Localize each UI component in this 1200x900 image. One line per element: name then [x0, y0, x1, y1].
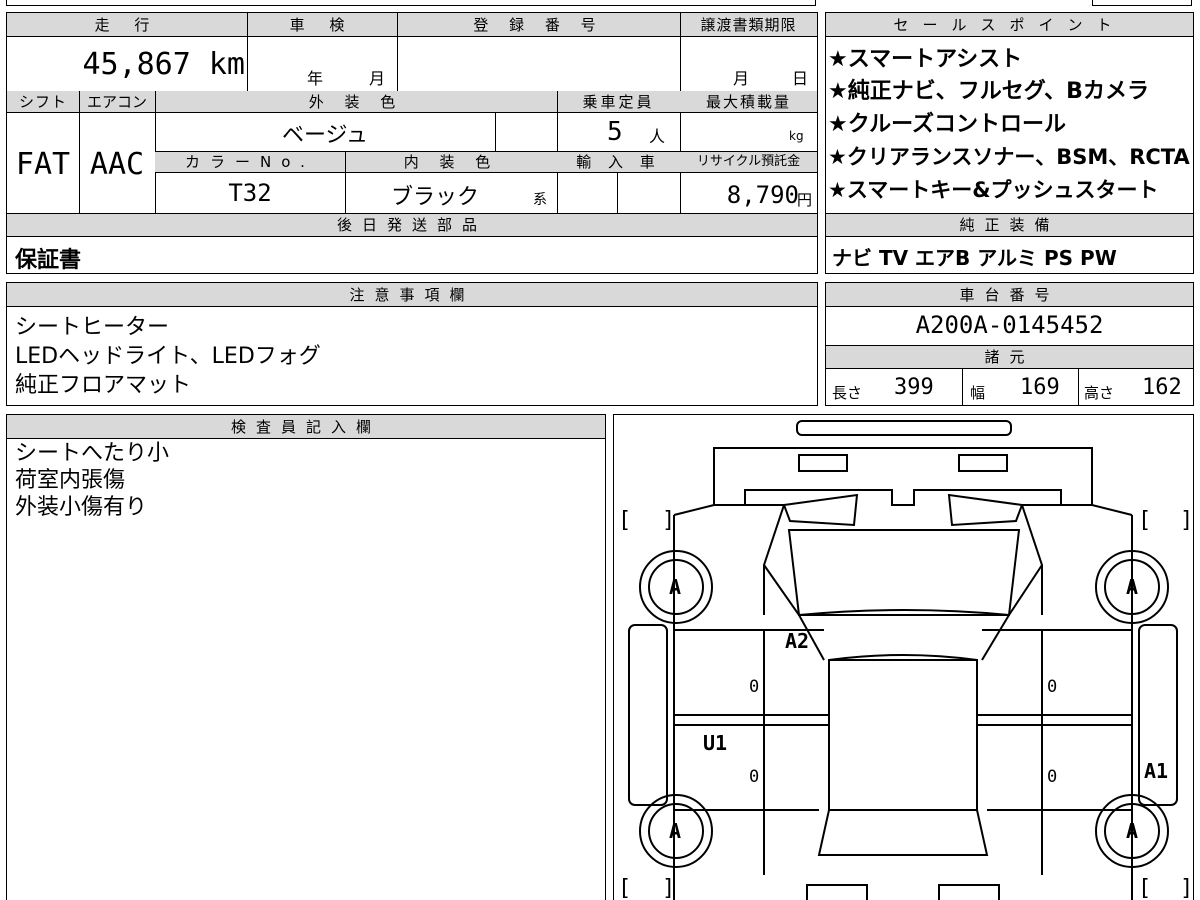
notes-line: 純正フロアマット [15, 373, 192, 398]
inspector-box: 検査員記入欄 シートへたり小 荷室内張傷 外装小傷有り [6, 414, 606, 900]
mileage-value: 45,867 km [82, 47, 245, 82]
interior-color-value: ブラック [390, 185, 479, 210]
height-label: 高さ [1084, 384, 1115, 402]
later-parts-header: 後日発送部品 [336, 216, 487, 234]
genuine-equipment-header: 純正装備 [959, 216, 1060, 234]
damage-mark: U1 [703, 731, 728, 755]
inspector-line: 荷室内張傷 [15, 468, 126, 493]
registration-label: 登 録 番 号 [473, 16, 604, 34]
sales-point-item: ★スマートキー&プッシュスタート [828, 178, 1159, 202]
vehicle-diagram-box: [] [] [] [] A A A A A2 U1 A1 0 0 0 0 [613, 414, 1194, 900]
top-strip-right [1092, 0, 1192, 6]
inspector-header: 検査員記入欄 [230, 418, 381, 436]
zero-mark: 0 [1047, 677, 1058, 697]
chassis-specs-box: 車台番号 A200A-0145452 諸元 長さ 399 幅 169 高さ 16… [825, 282, 1194, 406]
damage-mark: A2 [785, 629, 810, 653]
svg-text:[: [ [1138, 508, 1151, 533]
height-value: 162 [1142, 375, 1182, 400]
sales-point-item: ★純正ナビ、フルセグ、Bカメラ [828, 79, 1149, 104]
sales-point-item: ★クルーズコントロール [828, 112, 1066, 137]
mileage-label: 走 行 [94, 16, 160, 34]
top-strip [6, 0, 816, 6]
import-label: 輸 入 車 [576, 153, 661, 171]
sales-point-item: ★スマートアシスト [828, 47, 1023, 72]
recycle-deposit-unit: 円 [797, 191, 813, 209]
zero-mark: 0 [749, 767, 760, 787]
capacity-value: 5 [607, 117, 623, 147]
chassis-number: A200A-0145452 [915, 311, 1104, 339]
svg-text:]: ] [662, 508, 675, 533]
max-load-unit: kg [789, 129, 804, 143]
specs-header: 諸元 [984, 348, 1035, 366]
svg-text:]: ] [662, 876, 675, 900]
damage-mark: A [1126, 819, 1139, 843]
svg-text:[: [ [618, 508, 631, 533]
damage-mark: A [1126, 575, 1139, 599]
vehicle-damage-diagram: [] [] [] [] [618, 420, 1192, 900]
color-no-label: カラーNo. [185, 153, 315, 171]
damage-mark: A1 [1144, 759, 1169, 783]
zero-mark: 0 [749, 677, 760, 697]
svg-text:]: ] [1180, 876, 1192, 900]
max-load-label: 最大積載量 [705, 93, 791, 111]
transfer-deadline-label: 譲渡書類期限 [700, 16, 797, 34]
capacity-label: 乗車定員 [582, 93, 655, 111]
color-no-value: T32 [228, 179, 272, 207]
damage-mark: A [669, 575, 682, 599]
transfer-day: 日 [792, 69, 809, 88]
svg-text:]: ] [1180, 508, 1192, 533]
vehicle-info-box: 走 行 車 検 登 録 番 号 譲渡書類期限 45,867 km 年 月 月 日… [6, 12, 818, 274]
svg-text:[: [ [618, 876, 631, 900]
shift-value: FAT [15, 147, 71, 182]
aircon-value: AAC [89, 147, 145, 182]
recycle-deposit-label: リサイクル預託金 [696, 154, 801, 169]
aircon-label: エアコン [86, 93, 147, 111]
sales-point-item: ★クリアランスソナー、BSM、RCTA [828, 145, 1190, 169]
genuine-equipment-value: ナビ TV エアB アルミ PS PW [832, 246, 1117, 270]
inspection-label: 車 検 [289, 16, 355, 34]
exterior-color-value: ベージュ [281, 123, 369, 148]
chassis-header: 車台番号 [959, 286, 1060, 304]
inspection-year: 年 [307, 69, 324, 88]
notes-line: LEDヘッドライト、LEDフォグ [15, 344, 321, 369]
damage-mark: A [669, 819, 682, 843]
transfer-month: 月 [733, 69, 750, 88]
recycle-deposit-value: 8,790 [726, 181, 799, 209]
exterior-color-label: 外 装 色 [308, 93, 404, 111]
shift-label: シフト [18, 93, 67, 111]
length-label: 長さ [832, 384, 863, 402]
zero-mark: 0 [1047, 767, 1058, 787]
inspector-line: シートへたり小 [15, 441, 170, 466]
svg-text:[: [ [1138, 876, 1151, 900]
inspection-month: 月 [369, 69, 386, 88]
width-label: 幅 [970, 384, 986, 402]
interior-color-label: 内 装 色 [403, 153, 499, 171]
capacity-unit: 人 [649, 127, 666, 146]
notes-line: シートヒーター [15, 315, 170, 340]
notes-header: 注意事項欄 [349, 286, 475, 304]
notes-box: 注意事項欄 シートヒーター LEDヘッドライト、LEDフォグ 純正フロアマット [6, 282, 818, 406]
inspector-line: 外装小傷有り [15, 495, 148, 520]
sales-points-header: セールスポイント [893, 16, 1126, 34]
sales-points-box: セールスポイント ★スマートアシスト ★純正ナビ、フルセグ、Bカメラ ★クルーズ… [825, 12, 1194, 274]
interior-color-suffix: 系 [533, 192, 547, 208]
later-parts-value: 保証書 [15, 248, 82, 273]
length-value: 399 [894, 375, 934, 400]
width-value: 169 [1020, 375, 1060, 400]
